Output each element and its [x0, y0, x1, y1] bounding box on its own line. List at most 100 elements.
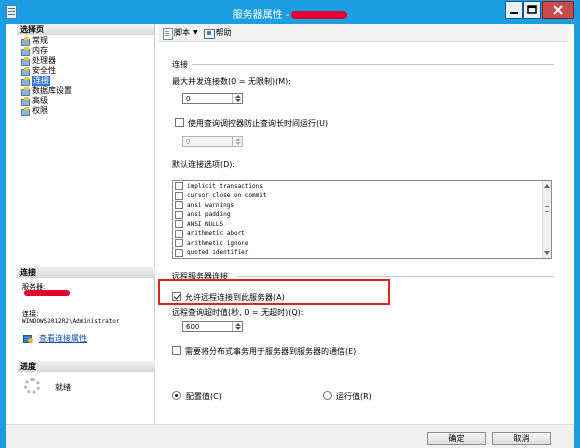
sidebar-item-memory[interactable]: 内存: [17, 46, 154, 56]
option-checkbox[interactable]: [175, 248, 183, 257]
redacted-server-name: [291, 11, 348, 19]
view-connection-properties-link[interactable]: 查看连接属性: [39, 333, 87, 344]
sidebar-item-advanced[interactable]: 高级: [17, 96, 154, 106]
script-icon: [162, 27, 173, 40]
query-governor-value: 0: [186, 138, 191, 146]
list-item[interactable]: implicit transactions: [175, 181, 263, 191]
list-item[interactable]: ansi padding: [175, 210, 230, 220]
progress-status: 就绪: [55, 383, 71, 392]
connection-value: WINDOWS2012R2\Administrator: [22, 318, 120, 325]
running-values-radio[interactable]: [323, 391, 332, 400]
list-item[interactable]: quoted identifier: [175, 248, 248, 258]
cancel-button[interactable]: 取消: [492, 432, 551, 445]
max-connections-spinner[interactable]: 0: [182, 93, 243, 104]
script-button[interactable]: 脚本 ▼: [162, 27, 198, 40]
view-connection-properties[interactable]: 查看连接属性: [23, 333, 87, 344]
remote-timeout-label: 远程查询超时值(秒, 0 = 无超时)(Q):: [172, 308, 304, 317]
section-divider: [192, 64, 554, 65]
connection-properties-icon: [23, 334, 33, 343]
option-checkbox[interactable]: [175, 182, 183, 190]
sidebar-item-permissions[interactable]: 权限: [17, 106, 154, 116]
sidebar-item-label: 内存: [32, 46, 48, 55]
scroll-down-icon[interactable]: [544, 251, 550, 255]
distributed-tx-label: 需要将分布式事务用于服务器到服务器的通信(E): [185, 347, 357, 356]
sidebar-item-label: 高级: [32, 96, 48, 105]
option-checkbox[interactable]: [175, 229, 183, 238]
list-item[interactable]: arithmetic abort: [175, 229, 245, 239]
spinner-arrows-icon[interactable]: [232, 322, 242, 331]
page-list: 常规 内存 处理器 安全性 连接 数据库设置 高级 权限: [17, 35, 154, 116]
option-checkbox[interactable]: [175, 191, 183, 200]
page-icon: [20, 67, 30, 76]
scroll-thumb[interactable]: [545, 206, 549, 212]
option-checkbox[interactable]: [175, 239, 183, 247]
option-label: ansi padding: [187, 211, 231, 218]
sidebar-item-database-settings[interactable]: 数据库设置: [17, 86, 154, 96]
remote-timeout-spinner[interactable]: 600: [182, 321, 243, 332]
option-label: cursor close on commit: [187, 192, 267, 199]
page-icon: [20, 97, 30, 106]
maximize-icon: [527, 5, 537, 14]
spinner-arrows-icon[interactable]: [232, 137, 242, 146]
sidebar-item-security[interactable]: 安全性: [17, 66, 154, 76]
connections-page: 连接 最大并发连接数(0 = 无限制)(M): 0 使用查询调控器防止查询长时间…: [158, 43, 568, 424]
default-options-label: 默认连接选项(D):: [172, 160, 236, 169]
connections-section-title: 连接: [172, 60, 188, 69]
option-checkbox[interactable]: [175, 210, 183, 219]
option-label: arithmetic ignore: [187, 239, 249, 247]
sidebar-item-label: 安全性: [32, 66, 56, 75]
scroll-up-icon[interactable]: [544, 184, 550, 188]
query-governor-spinner[interactable]: 0: [182, 136, 243, 147]
select-page-header: 选择页: [17, 24, 154, 35]
distributed-tx-checkbox[interactable]: [172, 346, 181, 355]
window-title-text: 服务器属性 -: [232, 10, 290, 21]
option-checkbox[interactable]: [175, 201, 183, 209]
list-item[interactable]: ANSI NULLS: [175, 219, 223, 229]
page-icon: [20, 107, 30, 116]
configured-values-radio[interactable]: [172, 391, 181, 400]
minimize-button[interactable]: [505, 1, 523, 19]
progress-spinner-icon: [24, 378, 40, 394]
default-connection-options-list[interactable]: implicit transactions cursor close on co…: [172, 180, 552, 259]
option-label: ansi warnings: [187, 201, 234, 209]
page-icon: [20, 47, 30, 56]
page-icon: [20, 57, 30, 66]
query-governor-label: 使用查询调控器防止查询长时间运行(U): [188, 119, 329, 128]
sidebar-item-general[interactable]: 常规: [17, 36, 154, 46]
page-icon: [20, 37, 30, 46]
option-label: quoted identifier: [187, 249, 249, 256]
sidebar-item-label: 数据库设置: [32, 86, 72, 95]
spinner-arrows-icon[interactable]: [232, 94, 242, 103]
minimize-icon: [510, 12, 518, 14]
sidebar-item-processors[interactable]: 处理器: [17, 56, 154, 66]
max-connections-label: 最大并发连接数(0 = 无限制)(M):: [172, 77, 291, 86]
ok-button[interactable]: 确定: [427, 432, 486, 445]
maximize-button[interactable]: [523, 1, 541, 19]
sidebar-item-label: 连接: [32, 76, 50, 86]
title-bar: 服务器属性 -: [0, 0, 580, 24]
options-scrollbar[interactable]: [542, 181, 551, 258]
progress-section-header: 进度: [17, 361, 155, 372]
option-label: arithmetic abort: [187, 230, 245, 237]
close-icon: [553, 5, 563, 15]
highlight-annotation: [158, 279, 390, 305]
dialog-footer: 确定 取消: [6, 424, 574, 448]
close-button[interactable]: [542, 1, 574, 19]
max-connections-value: 0: [186, 95, 191, 103]
sidebar: 选择页 常规 内存 处理器 安全性 连接 数据库设置 高级 权限 连接 服务器:…: [17, 24, 155, 424]
list-item[interactable]: arithmetic ignore: [175, 238, 248, 248]
list-item[interactable]: ansi warnings: [175, 200, 234, 210]
sidebar-item-connections[interactable]: 连接: [17, 76, 154, 86]
sidebar-item-label: 常规: [32, 36, 48, 45]
option-label: implicit transactions: [187, 182, 263, 190]
chevron-down-icon[interactable]: ▼: [193, 29, 198, 36]
option-label: ANSI NULLS: [187, 220, 224, 228]
sidebar-item-label: 权限: [32, 106, 48, 115]
list-item[interactable]: cursor close on commit: [175, 191, 266, 201]
help-button[interactable]: 帮助: [203, 27, 232, 39]
remote-timeout-value: 600: [186, 323, 200, 331]
toolbar: 脚本 ▼ 帮助: [158, 24, 568, 42]
option-checkbox[interactable]: [175, 220, 183, 228]
redacted-server-value: [24, 290, 70, 296]
query-governor-checkbox[interactable]: [175, 118, 184, 127]
